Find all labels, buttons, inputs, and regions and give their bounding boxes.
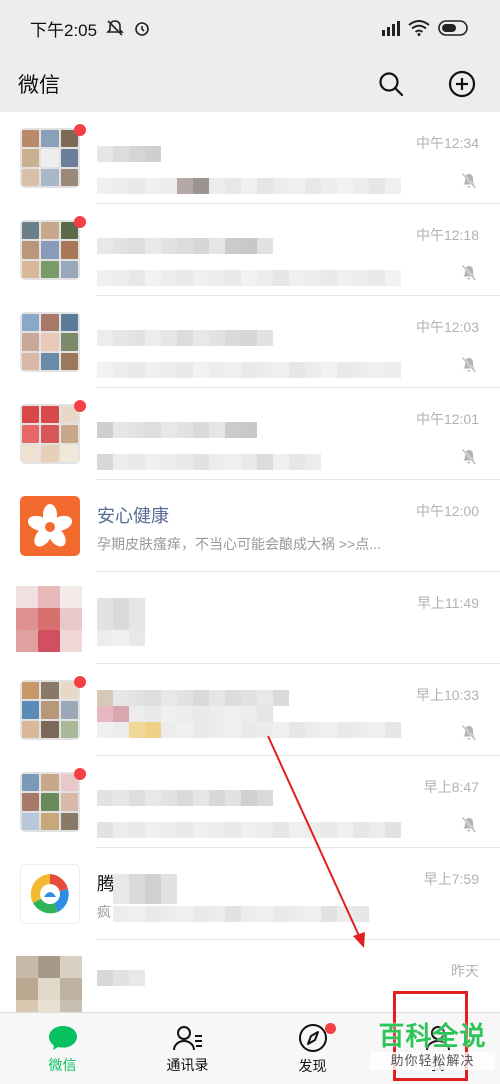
contacts-icon: [172, 1025, 202, 1050]
tab-chats[interactable]: 微信: [0, 1013, 125, 1084]
tab-contacts[interactable]: 通讯录: [125, 1013, 250, 1084]
watermark-title: 百科全说: [378, 1021, 487, 1051]
tab-discover[interactable]: 发现: [250, 1013, 375, 1084]
tab-label: 发现: [298, 1057, 327, 1074]
compass-icon: [298, 1023, 327, 1052]
tab-label: 微信: [48, 1056, 77, 1073]
chat-bubble-icon: [48, 1025, 77, 1050]
watermark: 百科全说 助你轻松解决: [370, 1020, 495, 1084]
annotation-arrow: [267, 735, 365, 948]
watermark-subtitle: 助你轻松解决: [370, 1052, 495, 1070]
tab-label: 通讯录: [166, 1056, 209, 1073]
new-activity-dot: [325, 1023, 336, 1034]
